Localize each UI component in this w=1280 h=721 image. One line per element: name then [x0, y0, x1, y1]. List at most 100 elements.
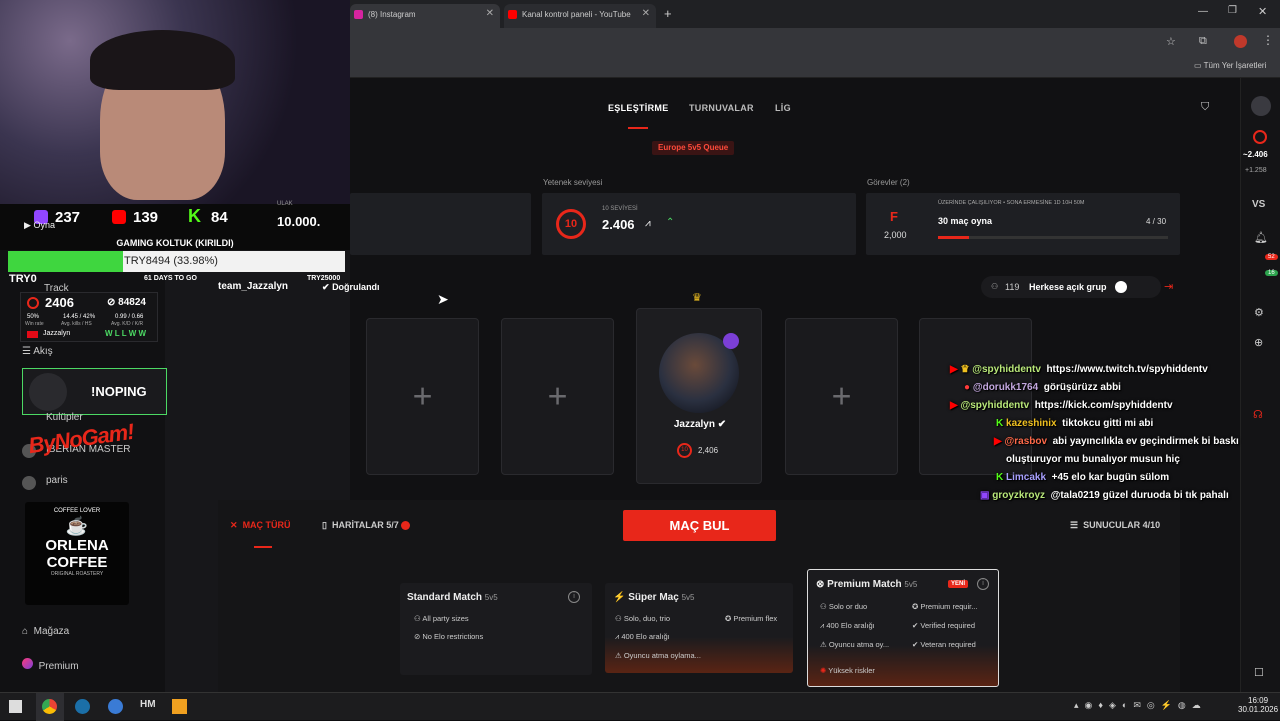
mouse-cursor: ➤ [437, 291, 449, 307]
empty-slot[interactable]: + [785, 318, 898, 475]
empty-slot[interactable]: + [501, 318, 614, 475]
elo-value: 2.406 [602, 217, 635, 232]
discord-icon[interactable] [108, 699, 123, 714]
premium-match-card[interactable]: ⊗ Premium Match 5v5 YENİ i ⚇ Solo or duo… [807, 569, 999, 687]
notification-badge: 52 [1265, 254, 1278, 260]
minimize-icon[interactable]: — [1198, 6, 1208, 17]
premium-nav[interactable]: Premium [22, 658, 79, 672]
tab-tournaments[interactable]: TURNUVALAR [689, 103, 754, 113]
close-icon[interactable]: ✕ [486, 8, 494, 19]
mission-task: 30 maç oyna [938, 216, 993, 226]
app-icon[interactable]: HM [140, 699, 156, 710]
premium-badge-icon [723, 333, 739, 349]
youtube-icon: ▶ [950, 400, 958, 411]
maps-tab[interactable]: ▯ HARİTALAR 5/7 [322, 520, 411, 531]
steam-icon[interactable] [75, 699, 90, 714]
find-match-button[interactable]: MAÇ BUL [623, 510, 776, 541]
restore-icon[interactable]: ❐ [1228, 5, 1237, 16]
chat-message: oluşturuyor mu bunalıyor musun hiç [1006, 454, 1180, 465]
player-card[interactable]: Jazzalyn ✔ 10 2,406 [636, 308, 762, 484]
feed-nav[interactable]: ☰ Akış [22, 346, 53, 357]
clubs-nav[interactable]: Kulüpler [46, 412, 83, 423]
mission-progress-text: 4 / 30 [1146, 217, 1167, 226]
headset-icon[interactable]: ☊ [1253, 408, 1263, 421]
faceit-stats-widget: 2406 ⊘ 84824 50% Win rate 14.45 / 42% Av… [20, 292, 158, 342]
info-icon[interactable]: i [977, 578, 989, 590]
servers-tab[interactable]: ☰ SUNUCULAR 4/10 [1070, 520, 1160, 531]
new-tab-button[interactable]: + [664, 6, 672, 21]
sidebar-username[interactable]: team_Jazzalyn [218, 281, 288, 292]
missions-title: Görevler (2) [867, 178, 910, 187]
close-icon[interactable]: ✕ [642, 8, 650, 19]
skill-panel: 10 10 SEVİYESİ 2.406 ⩘ ⌃ [542, 193, 856, 255]
missions-panel[interactable]: F 2,000 ÜZERİNDE ÇALIŞILIYOR • SONA ERME… [866, 193, 1180, 255]
rail-elo: ~2.406 [1243, 150, 1268, 159]
plus-icon: + [547, 377, 568, 415]
club-paris[interactable]: paris [46, 475, 68, 486]
party-toggle[interactable] [1115, 281, 1127, 293]
store-nav[interactable]: ⌂ Mağaza [22, 626, 69, 637]
folder-icon: ▭ [1194, 61, 1202, 70]
windows-start-icon[interactable] [9, 700, 22, 713]
all-bookmarks[interactable]: ▭ Tüm Yer İşaretleri [1194, 61, 1266, 70]
player-level-icon: 10 [677, 443, 692, 458]
level-icon [27, 297, 39, 309]
leave-icon[interactable]: ⇥ [1164, 280, 1173, 293]
arrow-up-icon: ⌃ [666, 217, 675, 228]
add-icon[interactable]: ⊕ [1254, 336, 1263, 349]
match-type-tab[interactable]: ✕ MAÇ TÜRÜ [230, 520, 291, 531]
system-tray-icons[interactable]: ▴◉♦◈◐✉◎⚡◍☁ [1074, 700, 1207, 711]
chat-message: ▶ ♛ @spyhiddentv https://www.twitch.tv/s… [950, 364, 1208, 375]
bell-icon[interactable]: 🔔︎ [1254, 231, 1268, 244]
alert-dot [401, 521, 411, 531]
info-icon[interactable]: i [568, 591, 580, 603]
standard-match-card[interactable]: Standard Match 5v5 i ⚇ All party sizes ⊘… [400, 583, 592, 675]
windows-taskbar: HM ▴◉♦◈◐✉◎⚡◍☁ 16:09 30.01.2026 [0, 692, 1280, 721]
clock[interactable]: 16:09 30.01.2026 [1238, 696, 1278, 714]
tab-instagram[interactable]: (8) Instagram ✕ [350, 4, 500, 28]
profile-icon[interactable] [1234, 35, 1247, 48]
tab-league[interactable]: LİG [775, 103, 791, 113]
queue-badge: Europe 5v5 Queue [652, 141, 735, 155]
mission-letter: F [890, 209, 898, 224]
youtube-icon [112, 210, 126, 224]
tab-matchmaking[interactable]: EŞLEŞTİRME [608, 103, 669, 113]
tab-youtube[interactable]: Kanal kontrol paneli - YouTube ✕ [504, 4, 656, 28]
ulak-value: 10.000. [277, 214, 321, 229]
shield-icon[interactable]: ⛉ [1201, 101, 1209, 114]
empty-slot[interactable] [919, 318, 1032, 475]
twitch-icon: ▣ [980, 490, 990, 501]
chat-message: ▣ groyzkroyz @tala0219 güzel duruoda bi … [980, 490, 1229, 501]
user-avatar[interactable] [1251, 96, 1271, 116]
super-match-card[interactable]: ⚡ Süper Maç 5v5 ⚇ Solo, duo, trio ✪ Prem… [605, 583, 793, 673]
settings-icon[interactable]: ⚙ [1254, 306, 1264, 319]
menu-icon[interactable]: ⋮ [1262, 33, 1274, 47]
mission-points: 2,000 [884, 230, 907, 240]
stats-panel [350, 193, 531, 255]
faceit-icon[interactable] [172, 699, 187, 714]
plus-icon: + [412, 377, 433, 415]
chrome-icon[interactable] [42, 699, 57, 714]
turkey-flag-icon [27, 331, 38, 338]
goal-fill [8, 251, 123, 272]
map-icon: ▯ [322, 520, 327, 530]
goal-target: TRY25000 [307, 275, 341, 282]
clock-time: 16:09 [1248, 696, 1269, 705]
noping-widget: !NOPING [22, 368, 167, 415]
kick-count: 84 [211, 209, 228, 226]
star-icon[interactable]: ☆ [1166, 35, 1176, 48]
vs-button[interactable]: VS [1252, 199, 1265, 210]
chat-icon[interactable]: ☐ [1254, 666, 1264, 679]
active-tab-indicator [628, 127, 648, 129]
goal-days: 61 DAYS TO GO [144, 275, 197, 282]
crown-icon: ♛ [692, 292, 702, 304]
crossed-swords-icon: ✕ [230, 520, 238, 530]
plus-icon: + [831, 377, 852, 415]
risk-icon: ✺ [820, 666, 827, 675]
streamer-hair [90, 30, 235, 90]
play-nav[interactable]: ▶ Oyna [24, 220, 55, 231]
extensions-icon[interactable]: ⧉ [1199, 35, 1207, 48]
card-mode: 5v5 [681, 593, 695, 602]
close-window-icon[interactable]: ✕ [1258, 5, 1267, 18]
empty-slot[interactable]: + [366, 318, 479, 475]
